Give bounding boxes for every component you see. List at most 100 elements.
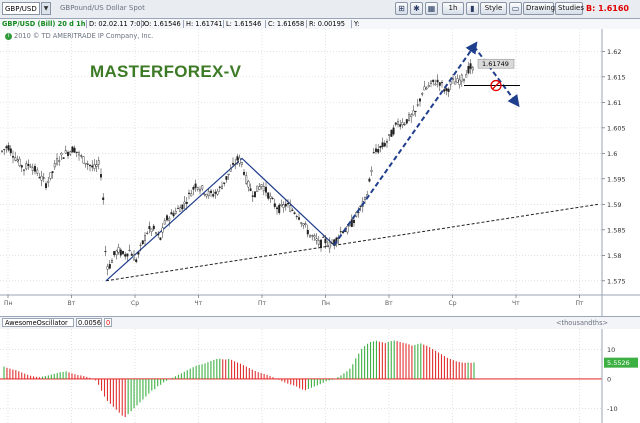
gear-icon[interactable]: ✱ <box>410 2 423 15</box>
candle-body <box>445 88 448 91</box>
candle-body <box>379 146 382 148</box>
grid-icon[interactable]: ▦ <box>425 2 438 15</box>
candle-body <box>251 195 254 197</box>
chart-type-icon[interactable]: ⊞ <box>395 2 408 15</box>
candle-body <box>172 213 175 217</box>
candle-body <box>247 181 250 188</box>
candle-body <box>320 239 323 249</box>
candle-body <box>161 227 164 233</box>
candle-body <box>441 82 444 84</box>
price-tick-label: 1.59 <box>607 201 621 209</box>
drawings-button[interactable]: Drawings <box>523 2 559 15</box>
time-tick-label: Чт <box>512 300 520 307</box>
candle-body <box>71 146 74 153</box>
candle-body <box>438 82 441 86</box>
candle-body <box>132 254 135 261</box>
time-tick-label: Чт <box>195 300 203 307</box>
candle-body <box>201 185 204 190</box>
candle-body <box>53 163 56 168</box>
candle-body <box>315 238 318 241</box>
candle-body <box>165 215 168 221</box>
candle-body <box>234 163 237 166</box>
oscillator-tick-label: 10 <box>607 346 615 354</box>
time-tick-label: Пн <box>322 300 331 307</box>
candle-body <box>276 207 279 210</box>
candle-body <box>16 159 19 162</box>
price-tick-label: 1.6 <box>607 150 617 158</box>
candle-body <box>128 249 131 252</box>
candle-body <box>313 235 316 238</box>
candle-body <box>93 164 96 169</box>
candle-body <box>452 78 455 80</box>
oscillator-param: 0 <box>106 319 111 327</box>
candle-body <box>212 194 215 197</box>
candle-body <box>394 122 397 125</box>
candle-body <box>106 266 109 270</box>
candle-body <box>176 207 179 209</box>
candle-body <box>152 225 155 230</box>
monitor-icon[interactable]: ▭ <box>509 2 522 15</box>
candle-body <box>447 88 450 92</box>
candle-body <box>443 89 446 92</box>
svg-text:1.61749: 1.61749 <box>482 60 509 68</box>
candle-body <box>324 238 327 244</box>
candle-body <box>150 228 153 232</box>
candle-body <box>326 245 329 247</box>
candle-body <box>458 79 461 85</box>
candle-body <box>291 209 294 211</box>
candle-body <box>80 155 83 157</box>
candle-body <box>143 235 146 241</box>
info-icon[interactable]: i <box>5 32 12 40</box>
candle-body <box>20 165 23 168</box>
candle-body <box>412 110 415 116</box>
symbol-dropdown-icon[interactable]: ▼ <box>41 2 51 15</box>
candle-body <box>403 124 406 126</box>
price-tick-label: 1.585 <box>607 226 626 234</box>
candle-body <box>84 162 87 165</box>
studies-button[interactable]: Studies <box>555 2 584 15</box>
time-tick-label: Пн <box>4 300 13 307</box>
symbol-description: GBPound/US Dollar Spot <box>60 4 145 12</box>
time-tick-label: Ср <box>131 300 139 307</box>
copyright-line: i 2010 © TD AMERITRADE IP Company, Inc. <box>5 32 153 40</box>
candle-body <box>205 194 208 197</box>
candle-body <box>416 104 419 106</box>
candle-body <box>287 203 290 205</box>
candle-body <box>31 167 34 172</box>
candle-body <box>306 229 309 235</box>
time-tick-label: Пт <box>576 300 585 307</box>
candle-body <box>280 204 283 206</box>
candle-body <box>115 250 118 256</box>
candle-body <box>386 141 389 143</box>
candle-body <box>214 191 217 194</box>
period-button[interactable]: 1h <box>442 2 464 15</box>
quote-close: C: 1.61658 <box>268 20 305 28</box>
style-button[interactable]: Style <box>480 2 507 15</box>
bars-icon[interactable]: ▮ <box>466 2 479 15</box>
oscillator-title[interactable]: AwesomeOscillator <box>5 317 68 329</box>
candle-body <box>322 236 325 238</box>
oscillator-chart[interactable]: 10 0 -10 5.5526 <box>0 329 640 423</box>
candle-body <box>69 151 72 155</box>
candle-body <box>309 234 312 238</box>
watermark-text: MASTERFOREX-V <box>90 62 242 81</box>
oscillator-value: 0.0056 <box>78 319 102 327</box>
symbol-input[interactable]: GBP/USD <box>2 2 40 15</box>
candle-body <box>331 242 334 244</box>
candle-body <box>265 186 268 193</box>
candle-body <box>469 63 472 69</box>
price-tick-label: 1.615 <box>607 73 626 81</box>
candle-body <box>73 147 76 153</box>
quote-date: D: 02.02.11 7:00 <box>89 20 145 28</box>
quote-range: R: 0.00195 <box>309 20 345 28</box>
candle-body <box>110 259 113 264</box>
candle-body <box>302 223 305 226</box>
candle-body <box>95 164 98 167</box>
time-tick-label: Пт <box>258 300 267 307</box>
price-tag: 1.61749 <box>477 58 515 69</box>
candle-body <box>7 145 10 151</box>
quote-symbol-label: GBP/USD (Bill) 20 d 1h <box>2 20 86 28</box>
candle-body <box>183 201 186 205</box>
candle-body <box>289 205 292 212</box>
candle-body <box>267 192 270 199</box>
